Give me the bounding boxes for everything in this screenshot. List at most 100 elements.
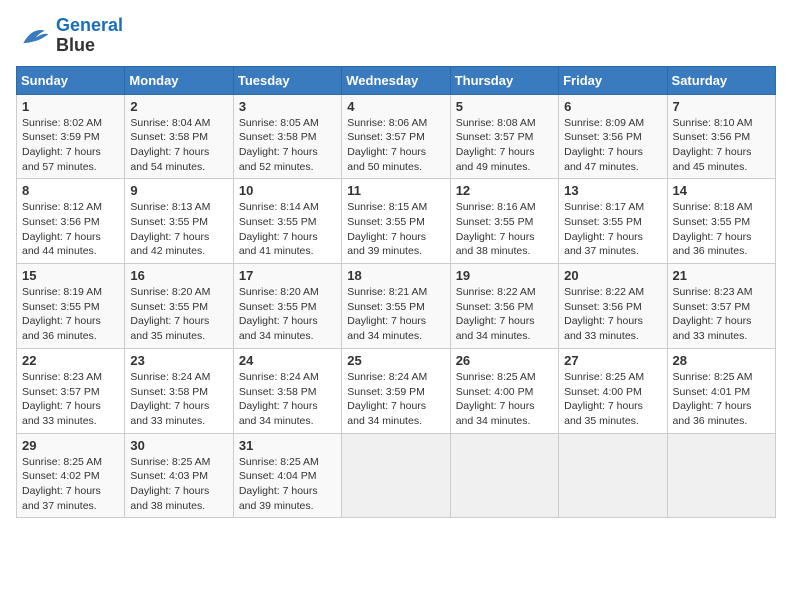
weekday-header-sunday: Sunday — [17, 66, 125, 94]
calendar-cell: 5 Sunrise: 8:08 AM Sunset: 3:57 PM Dayli… — [450, 94, 558, 179]
day-info: Sunrise: 8:16 AM Sunset: 3:55 PM Dayligh… — [456, 200, 553, 259]
day-info: Sunrise: 8:22 AM Sunset: 3:56 PM Dayligh… — [564, 285, 661, 344]
day-info: Sunrise: 8:18 AM Sunset: 3:55 PM Dayligh… — [673, 200, 770, 259]
calendar-cell: 6 Sunrise: 8:09 AM Sunset: 3:56 PM Dayli… — [559, 94, 667, 179]
calendar-cell: 20 Sunrise: 8:22 AM Sunset: 3:56 PM Dayl… — [559, 264, 667, 349]
day-info: Sunrise: 8:10 AM Sunset: 3:56 PM Dayligh… — [673, 116, 770, 175]
calendar-week-5: 29 Sunrise: 8:25 AM Sunset: 4:02 PM Dayl… — [17, 433, 776, 518]
day-number: 20 — [564, 268, 661, 283]
day-info: Sunrise: 8:02 AM Sunset: 3:59 PM Dayligh… — [22, 116, 119, 175]
day-number: 6 — [564, 99, 661, 114]
calendar-cell: 17 Sunrise: 8:20 AM Sunset: 3:55 PM Dayl… — [233, 264, 341, 349]
day-number: 28 — [673, 353, 770, 368]
day-number: 24 — [239, 353, 336, 368]
day-number: 19 — [456, 268, 553, 283]
calendar-cell: 29 Sunrise: 8:25 AM Sunset: 4:02 PM Dayl… — [17, 433, 125, 518]
day-info: Sunrise: 8:23 AM Sunset: 3:57 PM Dayligh… — [22, 370, 119, 429]
day-info: Sunrise: 8:24 AM Sunset: 3:58 PM Dayligh… — [239, 370, 336, 429]
weekday-header-monday: Monday — [125, 66, 233, 94]
calendar-cell: 22 Sunrise: 8:23 AM Sunset: 3:57 PM Dayl… — [17, 348, 125, 433]
calendar-cell: 24 Sunrise: 8:24 AM Sunset: 3:58 PM Dayl… — [233, 348, 341, 433]
day-info: Sunrise: 8:05 AM Sunset: 3:58 PM Dayligh… — [239, 116, 336, 175]
day-number: 27 — [564, 353, 661, 368]
logo-icon — [16, 18, 52, 54]
calendar-cell: 13 Sunrise: 8:17 AM Sunset: 3:55 PM Dayl… — [559, 179, 667, 264]
day-number: 25 — [347, 353, 444, 368]
calendar-cell: 1 Sunrise: 8:02 AM Sunset: 3:59 PM Dayli… — [17, 94, 125, 179]
weekday-header-row: SundayMondayTuesdayWednesdayThursdayFrid… — [17, 66, 776, 94]
day-info: Sunrise: 8:24 AM Sunset: 3:58 PM Dayligh… — [130, 370, 227, 429]
calendar-cell: 28 Sunrise: 8:25 AM Sunset: 4:01 PM Dayl… — [667, 348, 775, 433]
day-number: 7 — [673, 99, 770, 114]
calendar-cell: 21 Sunrise: 8:23 AM Sunset: 3:57 PM Dayl… — [667, 264, 775, 349]
day-number: 21 — [673, 268, 770, 283]
calendar-cell: 30 Sunrise: 8:25 AM Sunset: 4:03 PM Dayl… — [125, 433, 233, 518]
day-info: Sunrise: 8:24 AM Sunset: 3:59 PM Dayligh… — [347, 370, 444, 429]
calendar-cell: 7 Sunrise: 8:10 AM Sunset: 3:56 PM Dayli… — [667, 94, 775, 179]
day-number: 18 — [347, 268, 444, 283]
calendar-cell: 16 Sunrise: 8:20 AM Sunset: 3:55 PM Dayl… — [125, 264, 233, 349]
calendar-cell: 11 Sunrise: 8:15 AM Sunset: 3:55 PM Dayl… — [342, 179, 450, 264]
calendar-cell: 10 Sunrise: 8:14 AM Sunset: 3:55 PM Dayl… — [233, 179, 341, 264]
day-info: Sunrise: 8:21 AM Sunset: 3:55 PM Dayligh… — [347, 285, 444, 344]
page-header: GeneralBlue — [16, 16, 776, 56]
calendar-cell: 31 Sunrise: 8:25 AM Sunset: 4:04 PM Dayl… — [233, 433, 341, 518]
calendar-cell: 27 Sunrise: 8:25 AM Sunset: 4:00 PM Dayl… — [559, 348, 667, 433]
day-number: 23 — [130, 353, 227, 368]
day-number: 22 — [22, 353, 119, 368]
calendar-table: SundayMondayTuesdayWednesdayThursdayFrid… — [16, 66, 776, 519]
day-number: 8 — [22, 183, 119, 198]
logo-text: GeneralBlue — [56, 16, 123, 56]
calendar-cell: 9 Sunrise: 8:13 AM Sunset: 3:55 PM Dayli… — [125, 179, 233, 264]
weekday-header-saturday: Saturday — [667, 66, 775, 94]
calendar-cell: 8 Sunrise: 8:12 AM Sunset: 3:56 PM Dayli… — [17, 179, 125, 264]
calendar-cell — [342, 433, 450, 518]
day-info: Sunrise: 8:19 AM Sunset: 3:55 PM Dayligh… — [22, 285, 119, 344]
day-number: 31 — [239, 438, 336, 453]
day-number: 26 — [456, 353, 553, 368]
day-info: Sunrise: 8:25 AM Sunset: 4:00 PM Dayligh… — [564, 370, 661, 429]
day-info: Sunrise: 8:08 AM Sunset: 3:57 PM Dayligh… — [456, 116, 553, 175]
day-info: Sunrise: 8:20 AM Sunset: 3:55 PM Dayligh… — [239, 285, 336, 344]
day-info: Sunrise: 8:22 AM Sunset: 3:56 PM Dayligh… — [456, 285, 553, 344]
day-number: 11 — [347, 183, 444, 198]
calendar-week-4: 22 Sunrise: 8:23 AM Sunset: 3:57 PM Dayl… — [17, 348, 776, 433]
day-number: 15 — [22, 268, 119, 283]
calendar-cell: 26 Sunrise: 8:25 AM Sunset: 4:00 PM Dayl… — [450, 348, 558, 433]
day-number: 30 — [130, 438, 227, 453]
day-info: Sunrise: 8:25 AM Sunset: 4:04 PM Dayligh… — [239, 455, 336, 514]
day-info: Sunrise: 8:15 AM Sunset: 3:55 PM Dayligh… — [347, 200, 444, 259]
calendar-week-2: 8 Sunrise: 8:12 AM Sunset: 3:56 PM Dayli… — [17, 179, 776, 264]
day-info: Sunrise: 8:17 AM Sunset: 3:55 PM Dayligh… — [564, 200, 661, 259]
calendar-cell: 4 Sunrise: 8:06 AM Sunset: 3:57 PM Dayli… — [342, 94, 450, 179]
day-info: Sunrise: 8:06 AM Sunset: 3:57 PM Dayligh… — [347, 116, 444, 175]
day-info: Sunrise: 8:14 AM Sunset: 3:55 PM Dayligh… — [239, 200, 336, 259]
day-number: 1 — [22, 99, 119, 114]
calendar-cell: 3 Sunrise: 8:05 AM Sunset: 3:58 PM Dayli… — [233, 94, 341, 179]
day-info: Sunrise: 8:25 AM Sunset: 4:00 PM Dayligh… — [456, 370, 553, 429]
day-info: Sunrise: 8:12 AM Sunset: 3:56 PM Dayligh… — [22, 200, 119, 259]
day-info: Sunrise: 8:04 AM Sunset: 3:58 PM Dayligh… — [130, 116, 227, 175]
day-number: 9 — [130, 183, 227, 198]
calendar-cell: 25 Sunrise: 8:24 AM Sunset: 3:59 PM Dayl… — [342, 348, 450, 433]
day-number: 5 — [456, 99, 553, 114]
calendar-cell: 23 Sunrise: 8:24 AM Sunset: 3:58 PM Dayl… — [125, 348, 233, 433]
weekday-header-tuesday: Tuesday — [233, 66, 341, 94]
day-info: Sunrise: 8:25 AM Sunset: 4:01 PM Dayligh… — [673, 370, 770, 429]
day-number: 3 — [239, 99, 336, 114]
day-info: Sunrise: 8:20 AM Sunset: 3:55 PM Dayligh… — [130, 285, 227, 344]
day-number: 10 — [239, 183, 336, 198]
logo: GeneralBlue — [16, 16, 123, 56]
calendar-cell — [450, 433, 558, 518]
calendar-cell: 12 Sunrise: 8:16 AM Sunset: 3:55 PM Dayl… — [450, 179, 558, 264]
day-info: Sunrise: 8:13 AM Sunset: 3:55 PM Dayligh… — [130, 200, 227, 259]
weekday-header-wednesday: Wednesday — [342, 66, 450, 94]
calendar-week-1: 1 Sunrise: 8:02 AM Sunset: 3:59 PM Dayli… — [17, 94, 776, 179]
day-info: Sunrise: 8:25 AM Sunset: 4:02 PM Dayligh… — [22, 455, 119, 514]
day-number: 14 — [673, 183, 770, 198]
weekday-header-thursday: Thursday — [450, 66, 558, 94]
calendar-cell: 18 Sunrise: 8:21 AM Sunset: 3:55 PM Dayl… — [342, 264, 450, 349]
calendar-cell: 15 Sunrise: 8:19 AM Sunset: 3:55 PM Dayl… — [17, 264, 125, 349]
day-number: 29 — [22, 438, 119, 453]
calendar-cell: 19 Sunrise: 8:22 AM Sunset: 3:56 PM Dayl… — [450, 264, 558, 349]
